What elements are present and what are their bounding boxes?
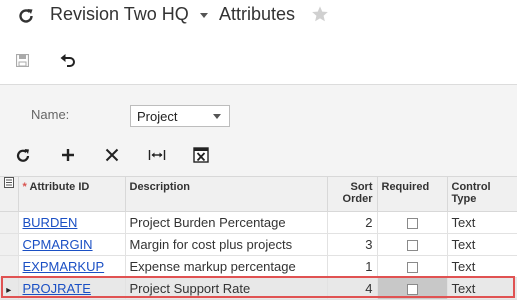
attribute-link[interactable]: EXPMARKUP <box>23 259 105 274</box>
cell-description[interactable]: Project Burden Percentage <box>125 211 328 234</box>
grid-settings-icon[interactable] <box>3 177 14 188</box>
column-label-required: Required <box>381 181 430 193</box>
row-selector[interactable] <box>0 211 19 234</box>
cell-required[interactable] <box>377 211 448 234</box>
cell-attribute-id[interactable]: CPMARGIN <box>18 233 126 256</box>
required-checkbox[interactable] <box>406 239 418 251</box>
save-icon[interactable] <box>16 54 29 67</box>
column-header-description[interactable]: Description <box>125 177 328 212</box>
name-select-value: Project <box>137 109 178 124</box>
cell-description[interactable]: Project Support Rate <box>125 277 328 300</box>
current-row-arrow-icon: ▸ <box>6 284 12 296</box>
cell-description[interactable]: Margin for cost plus projects <box>125 233 328 256</box>
column-header-attribute-id[interactable]: * Attribute ID <box>18 177 126 212</box>
cell-attribute-id[interactable]: EXPMARKUP <box>18 255 126 278</box>
cell-required[interactable] <box>377 255 448 278</box>
company-name[interactable]: Revision Two HQ <box>50 4 189 25</box>
attribute-link[interactable]: PROJRATE <box>23 281 91 296</box>
column-header-required[interactable]: Required <box>377 177 448 212</box>
name-label: Name: <box>31 107 70 122</box>
row-selector[interactable] <box>0 233 19 256</box>
grid-settings-cell[interactable] <box>0 177 19 212</box>
cell-control-type[interactable]: Text <box>447 211 517 234</box>
grid-refresh-icon[interactable] <box>16 146 30 164</box>
row-selector[interactable]: ▸ <box>0 277 19 300</box>
table-row[interactable]: BURDEN Project Burden Percentage 2 Text <box>0 211 517 234</box>
cell-sort-order[interactable]: 4 <box>327 277 378 300</box>
required-checkbox[interactable] <box>406 217 418 229</box>
cell-attribute-id[interactable]: BURDEN <box>18 211 126 234</box>
column-header-control-type[interactable]: Control Type <box>447 177 517 212</box>
company-dropdown-icon[interactable] <box>200 13 208 18</box>
refresh-icon[interactable] <box>17 7 35 25</box>
main-toolbar <box>0 46 517 76</box>
column-label-control-type: Control Type <box>451 181 491 205</box>
add-row-icon[interactable] <box>60 146 76 164</box>
cell-control-type[interactable]: Text <box>447 255 517 278</box>
row-selector[interactable] <box>0 255 19 278</box>
cell-sort-order[interactable]: 2 <box>327 211 378 234</box>
cell-control-type[interactable]: Text <box>447 277 517 300</box>
undo-icon[interactable] <box>60 54 76 68</box>
required-marker: * <box>22 181 27 193</box>
favorite-star-icon[interactable] <box>311 5 329 23</box>
name-select[interactable]: Project <box>130 105 230 127</box>
column-header-sort-order[interactable]: Sort Order <box>327 177 378 212</box>
cell-required[interactable] <box>377 233 448 256</box>
cell-sort-order[interactable]: 3 <box>327 233 378 256</box>
required-checkbox[interactable] <box>406 283 418 295</box>
attribute-link[interactable]: BURDEN <box>23 215 78 230</box>
attribute-link[interactable]: CPMARGIN <box>23 237 93 252</box>
cell-sort-order[interactable]: 1 <box>327 255 378 278</box>
column-label-attribute-id: Attribute ID <box>29 181 90 193</box>
delete-row-icon[interactable] <box>104 146 120 164</box>
chevron-down-icon[interactable] <box>213 114 221 119</box>
required-checkbox[interactable] <box>406 261 418 273</box>
fit-columns-icon[interactable] <box>148 146 166 164</box>
cell-attribute-id[interactable]: PROJRATE <box>18 277 126 300</box>
cell-description[interactable]: Expense markup percentage <box>125 255 328 278</box>
attributes-grid: * Attribute ID Description Sort Order Re… <box>0 176 517 304</box>
table-row[interactable]: EXPMARKUP Expense markup percentage 1 Te… <box>0 255 517 278</box>
table-row[interactable]: CPMARGIN Margin for cost plus projects 3… <box>0 233 517 256</box>
export-excel-icon[interactable] <box>193 146 209 164</box>
title-bar: Revision Two HQ Attributes <box>0 0 517 34</box>
cell-control-type[interactable]: Text <box>447 233 517 256</box>
cell-required[interactable] <box>377 277 448 300</box>
column-label-sort-order: Sort Order <box>342 181 373 205</box>
table-row-active[interactable]: ▸ PROJRATE Project Support Rate 4 Text <box>0 277 517 300</box>
column-label-description: Description <box>129 181 191 193</box>
page-title: Attributes <box>219 4 296 24</box>
